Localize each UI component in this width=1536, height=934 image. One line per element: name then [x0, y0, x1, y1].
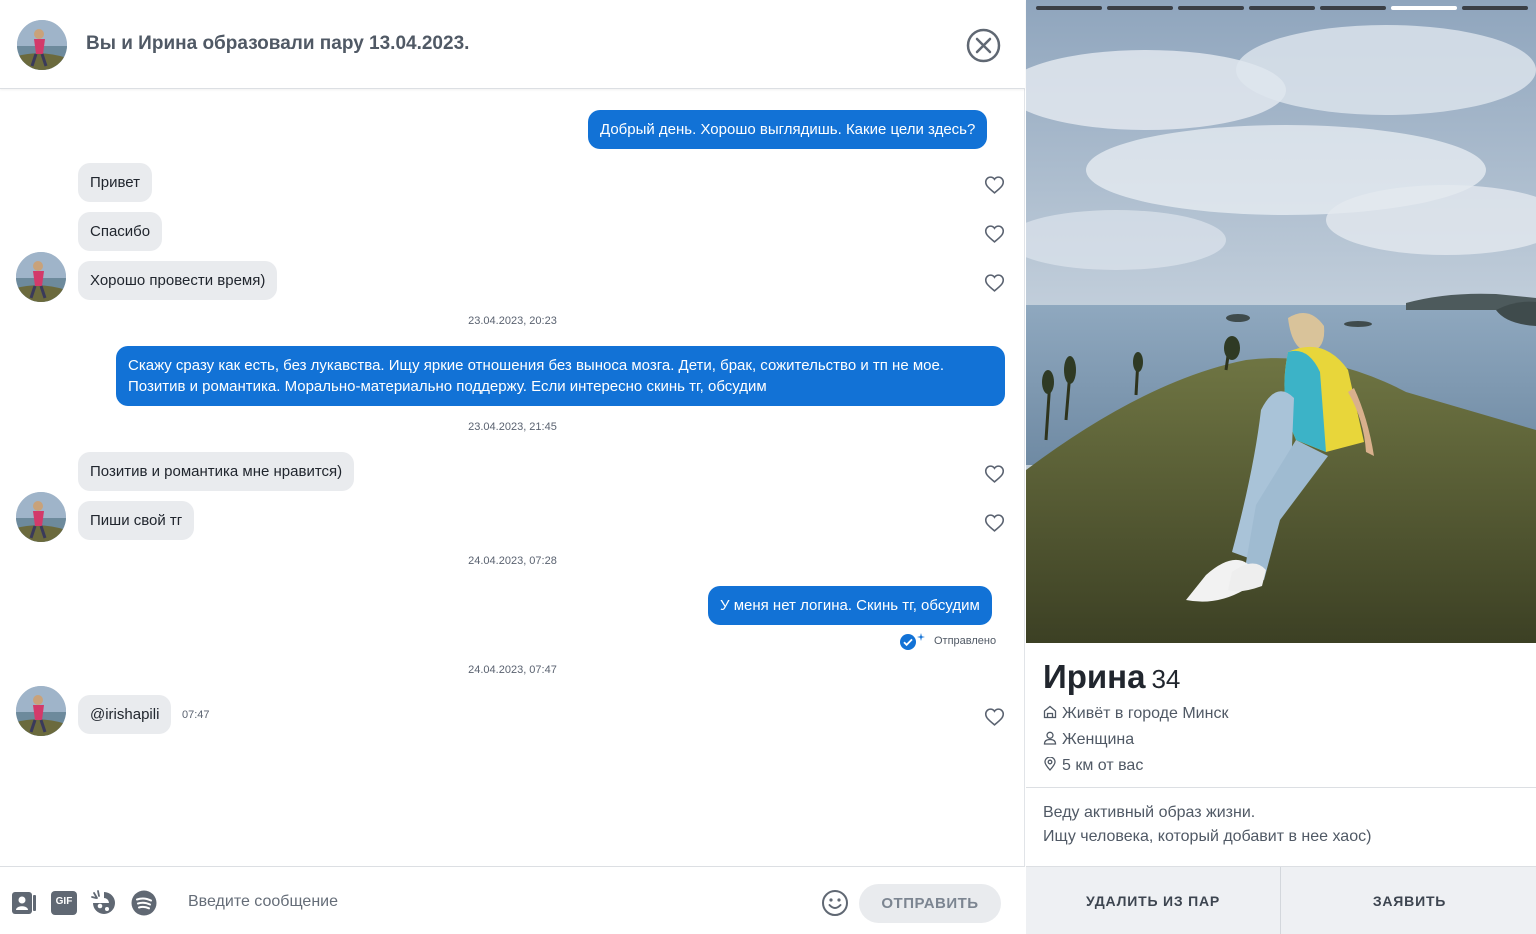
photo-indicator-active[interactable]	[1391, 6, 1457, 10]
gender-label: Женщина	[1062, 731, 1135, 748]
avatar[interactable]	[17, 20, 67, 70]
double-check-icon	[900, 634, 916, 650]
profile-actions: УДАЛИТЬ ИЗ ПАР ЗАЯВИТЬ	[1026, 866, 1536, 934]
contact-card-icon[interactable]	[10, 889, 38, 917]
sparkle-icon	[917, 633, 925, 641]
like-heart-icon[interactable]	[984, 273, 1005, 293]
photo-indicator[interactable]	[1178, 6, 1244, 10]
outgoing-message[interactable]: У меня нет логина. Скинь тг, обсудим	[708, 586, 992, 625]
distance-row: 5 км от вас	[1043, 757, 1143, 775]
photo-indicator[interactable]	[1107, 6, 1173, 10]
divider	[1026, 787, 1536, 788]
send-button[interactable]: ОТПРАВИТЬ	[859, 884, 1001, 923]
close-icon[interactable]	[966, 28, 1001, 63]
incoming-message[interactable]: Хорошо провести время)	[78, 261, 278, 300]
outgoing-message[interactable]: Добрый день. Хорошо выглядишь. Какие цел…	[588, 110, 988, 149]
distance-label: 5 км от вас	[1062, 757, 1144, 774]
photo-indicator[interactable]	[1036, 6, 1102, 10]
profile-name: Ирина 34	[1043, 658, 1180, 696]
avatar[interactable]	[16, 492, 66, 542]
timestamp: 24.04.2023, 07:28	[468, 555, 557, 567]
profile-age: 34	[1151, 664, 1181, 694]
report-button[interactable]: ЗАЯВИТЬ	[1282, 867, 1536, 934]
bio-line: Веду активный образ жизни.	[1043, 804, 1256, 821]
profile-bio: Веду активный образ жизни. Ищу человека,…	[1043, 801, 1371, 849]
photo-indicator[interactable]	[1462, 6, 1528, 10]
message-input[interactable]	[176, 885, 806, 919]
outgoing-message[interactable]: Скажу сразу как есть, без лукавства. Ищу…	[116, 346, 1005, 406]
like-heart-icon[interactable]	[984, 224, 1005, 244]
message-list[interactable]: Добрый день. Хорошо выглядишь. Какие цел…	[0, 89, 1025, 866]
sent-status-label: Отправлено	[934, 635, 997, 647]
gif-button[interactable]: GIF	[50, 889, 78, 917]
avatar[interactable]	[16, 252, 66, 302]
incoming-message[interactable]: Привет	[78, 163, 153, 202]
sticker-icon[interactable]	[90, 889, 118, 917]
incoming-message[interactable]: Позитив и романтика мне нравится)	[78, 452, 355, 491]
like-heart-icon[interactable]	[984, 513, 1005, 533]
close-button[interactable]	[966, 28, 1001, 63]
chat-panel: Вы и Ирина образовали пару 13.04.2023. Д…	[0, 0, 1025, 934]
message-composer: GIF ОТПРАВИТЬ	[0, 866, 1025, 934]
like-heart-icon[interactable]	[984, 707, 1005, 727]
page-title: Вы и Ирина образовали пару 13.04.2023.	[86, 33, 470, 54]
emoji-icon[interactable]	[821, 889, 849, 917]
spotify-icon[interactable]	[130, 889, 158, 917]
incoming-message[interactable]: Спасибо	[78, 212, 163, 251]
profile-photo[interactable]	[1026, 0, 1536, 643]
avatar[interactable]	[16, 686, 66, 736]
profile-name-text: Ирина	[1043, 658, 1146, 695]
like-heart-icon[interactable]	[984, 175, 1005, 195]
home-icon	[1043, 705, 1057, 719]
timestamp: 23.04.2023, 20:23	[468, 315, 557, 327]
gif-label: GIF	[55, 896, 73, 907]
like-heart-icon[interactable]	[984, 464, 1005, 484]
message-time: 07:47	[182, 709, 210, 721]
photo-indicator[interactable]	[1249, 6, 1315, 10]
city-label: Живёт в городе Минск	[1062, 705, 1229, 722]
photo-indicator[interactable]	[1320, 6, 1386, 10]
incoming-message[interactable]: @irishapili	[78, 695, 172, 734]
gender-row: Женщина	[1043, 731, 1134, 749]
timestamp: 23.04.2023, 21:45	[468, 421, 557, 433]
bio-line: Ищу человека, который добавит в нее хаос…	[1043, 828, 1372, 845]
timestamp: 24.04.2023, 07:47	[468, 664, 557, 676]
person-icon	[1043, 731, 1057, 745]
city-row: Живёт в городе Минск	[1043, 705, 1228, 723]
unmatch-button[interactable]: УДАЛИТЬ ИЗ ПАР	[1026, 867, 1281, 934]
incoming-message[interactable]: Пиши свой тг	[78, 501, 195, 540]
chat-header: Вы и Ирина образовали пару 13.04.2023.	[0, 0, 1025, 89]
profile-panel: Ирина 34 Живёт в городе Минск Женщина 5 к…	[1026, 0, 1536, 934]
location-pin-icon	[1044, 757, 1056, 771]
